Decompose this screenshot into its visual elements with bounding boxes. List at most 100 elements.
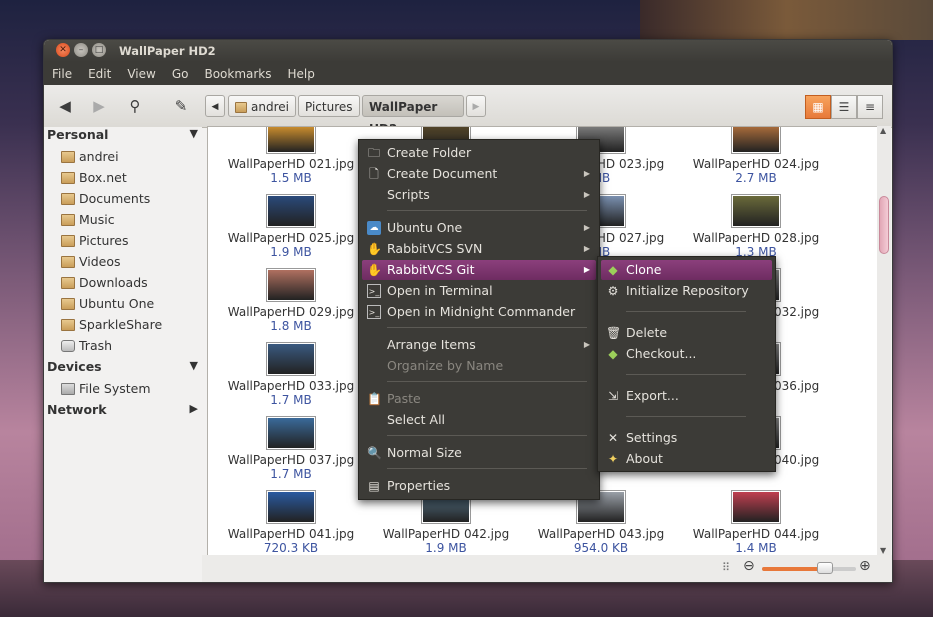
image-thumbnail — [267, 491, 315, 523]
sidebar-item-trash[interactable]: Trash — [61, 337, 112, 355]
sidebar-item-boxnet[interactable]: Box.net — [61, 169, 127, 187]
submenu-arrow-icon: ▶ — [583, 223, 590, 232]
collapse-triangle-icon[interactable]: ▼ — [190, 359, 198, 372]
menu-separator — [387, 327, 587, 328]
vertical-scrollbar[interactable]: ▲ ▼ — [877, 126, 891, 555]
menu-item-checkout[interactable]: ◆ Checkout... — [601, 344, 772, 364]
file-item[interactable]: WallPaperHD 044.jpg 1.4 MB — [681, 491, 831, 555]
zoom-out-icon[interactable]: ⊖ — [743, 558, 755, 574]
file-item[interactable]: WallPaperHD 025.jpg 1.9 MB — [216, 195, 366, 259]
file-size: 1.4 MB — [735, 541, 777, 555]
menu-separator — [387, 468, 587, 469]
back-arrow-icon[interactable]: ◀ — [54, 95, 76, 117]
sidebar-item-documents[interactable]: Documents — [61, 190, 150, 208]
paste-icon: 📋 — [367, 392, 382, 406]
home-folder-icon — [61, 151, 75, 163]
menu-item-ubuntu-one[interactable]: ☁ Ubuntu One ▶ — [362, 218, 596, 238]
menu-item-scripts[interactable]: Scripts ▶ — [362, 185, 596, 205]
scroll-down-arrow-icon[interactable]: ▼ — [880, 546, 886, 555]
menu-view[interactable]: View — [119, 67, 163, 81]
file-item[interactable]: WallPaperHD 024.jpg 2.7 MB — [681, 127, 831, 185]
sidebar-item-file-system[interactable]: File System — [61, 380, 151, 398]
breadcrumb-left-arrow[interactable]: ◀ — [205, 95, 225, 117]
menu-item-create-folder[interactable]: 🗀 Create Folder — [362, 143, 596, 163]
breadcrumb-andrei[interactable]: andrei — [228, 95, 296, 117]
toolbar: ◀ ▶ ⚲ ✎ ◀ andrei Pictures WallPaper HD2 … — [44, 85, 892, 136]
file-item[interactable]: WallPaperHD 041.jpg 720.3 KB — [216, 491, 366, 555]
compact-view-button[interactable]: ≡ — [857, 95, 883, 119]
edit-location-icon[interactable]: ✎ — [170, 95, 192, 117]
menu-file[interactable]: File — [44, 67, 80, 81]
menu-item-clone[interactable]: ◆ Clone — [601, 260, 772, 280]
file-item[interactable]: WallPaperHD 042.jpg 1.9 MB — [371, 491, 521, 555]
sidebar-item-music[interactable]: Music — [61, 211, 115, 229]
menu-item-delete[interactable]: 🗑 Delete — [601, 323, 772, 343]
menu-item-initialize-repository[interactable]: ⚙ Initialize Repository — [601, 281, 772, 301]
icon-view-button[interactable]: ▦ — [805, 95, 831, 119]
menu-item-properties[interactable]: ▤ Properties — [362, 476, 596, 496]
menu-edit[interactable]: Edit — [80, 67, 119, 81]
expand-triangle-icon[interactable]: ▶ — [190, 402, 198, 415]
terminal-icon: >_ — [367, 284, 381, 298]
ubuntu-one-icon: ☁ — [367, 221, 381, 235]
file-item[interactable]: WallPaperHD 028.jpg 1.3 MB — [681, 195, 831, 259]
file-item[interactable]: WallPaperHD 029.jpg 1.8 MB — [216, 269, 366, 333]
menu-item-about[interactable]: ✦ About — [601, 449, 772, 469]
sidebar-item-downloads[interactable]: Downloads — [61, 274, 148, 292]
trash-icon — [61, 340, 75, 352]
zoom-in-icon[interactable]: ⊕ — [859, 558, 871, 574]
menu-separator — [626, 311, 746, 312]
menu-item-arrange-items[interactable]: Arrange Items ▶ — [362, 335, 596, 355]
scroll-thumb[interactable] — [879, 196, 889, 254]
zoom-slider[interactable] — [762, 562, 856, 574]
menu-go[interactable]: Go — [164, 67, 197, 81]
menu-item-select-all[interactable]: Select All — [362, 410, 596, 430]
forward-arrow-icon[interactable]: ▶ — [88, 95, 110, 117]
sidebar-section-network[interactable]: Network — [47, 402, 107, 417]
home-folder-icon — [235, 102, 247, 113]
file-item[interactable]: WallPaperHD 033.jpg 1.7 MB — [216, 343, 366, 407]
properties-icon: ▤ — [368, 479, 380, 493]
file-name: WallPaperHD 033.jpg — [227, 379, 355, 393]
file-name: WallPaperHD 043.jpg — [537, 527, 665, 541]
search-icon[interactable]: ⚲ — [124, 95, 146, 117]
sidebar-section-personal[interactable]: Personal — [47, 127, 108, 142]
file-item[interactable]: WallPaperHD 037.jpg 1.7 MB — [216, 417, 366, 481]
sidebar-item-andrei[interactable]: andrei — [61, 148, 119, 166]
scroll-up-arrow-icon[interactable]: ▲ — [880, 126, 886, 135]
folder-icon — [61, 298, 75, 310]
menu-item-normal-size[interactable]: 🔍 Normal Size — [362, 443, 596, 463]
menu-item-rabbitvcs-svn[interactable]: ✋ RabbitVCS SVN ▶ — [362, 239, 596, 259]
menubar: File Edit View Go Bookmarks Help — [44, 62, 892, 85]
sidebar-section-devices[interactable]: Devices — [47, 359, 102, 374]
breadcrumb-right-arrow[interactable]: ▶ — [466, 95, 486, 117]
menu-help[interactable]: Help — [280, 67, 323, 81]
file-name: WallPaperHD 029.jpg — [227, 305, 355, 319]
menu-item-create-document[interactable]: 🗋 Create Document ▶ — [362, 164, 596, 184]
sidebar-item-videos[interactable]: Videos — [61, 253, 121, 271]
close-button[interactable]: ✕ — [56, 43, 70, 57]
minimize-button[interactable]: – — [74, 43, 88, 57]
menu-bookmarks[interactable]: Bookmarks — [196, 67, 279, 81]
file-item[interactable]: WallPaperHD 021.jpg 1.5 MB — [216, 127, 366, 185]
sidebar-item-pictures[interactable]: Pictures — [61, 232, 129, 250]
menu-item-settings[interactable]: ✕ Settings — [601, 428, 772, 448]
image-thumbnail — [267, 343, 315, 375]
breadcrumb-wallpaper-hd2[interactable]: WallPaper HD2 — [362, 95, 464, 136]
about-star-icon: ✦ — [607, 452, 619, 466]
list-view-button[interactable]: ☰ — [831, 95, 857, 119]
git-submenu: ◆ Clone ⚙ Initialize Repository 🗑 Delete ◆ C… — [597, 256, 776, 472]
menu-item-open-terminal[interactable]: >_ Open in Terminal — [362, 281, 596, 301]
sidebar-item-ubuntu-one[interactable]: Ubuntu One — [61, 295, 154, 313]
folder-icon — [61, 319, 75, 331]
menu-item-open-midnight-commander[interactable]: >_ Open in Midnight Commander — [362, 302, 596, 322]
maximize-button[interactable]: □ — [92, 43, 106, 57]
collapse-triangle-icon[interactable]: ▼ — [190, 127, 198, 140]
sidebar-item-sparkleshare[interactable]: SparkleShare — [61, 316, 162, 334]
rabbitvcs-icon: ✋ — [367, 263, 382, 277]
zoom-slider-handle[interactable] — [817, 562, 833, 574]
file-item[interactable]: WallPaperHD 043.jpg 954.0 KB — [526, 491, 676, 555]
breadcrumb-pictures[interactable]: Pictures — [298, 95, 360, 117]
menu-item-export[interactable]: ⇲ Export... — [601, 386, 772, 406]
menu-item-rabbitvcs-git[interactable]: ✋ RabbitVCS Git ▶ — [362, 260, 596, 280]
